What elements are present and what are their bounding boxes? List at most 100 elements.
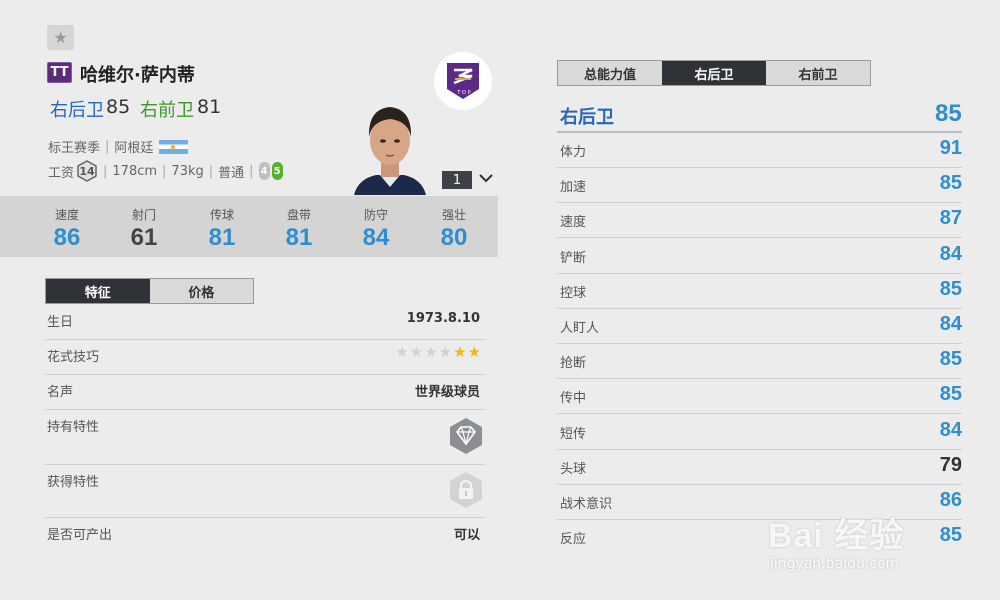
chevron-down-icon[interactable]: [478, 169, 494, 187]
stat-label: 传球: [209, 208, 234, 222]
baidu-watermark-url: jingyan.baidu.com: [770, 556, 900, 572]
stat-label: 速度: [54, 208, 79, 222]
wage-value: 14: [79, 164, 95, 178]
attribute-value: 84: [939, 242, 962, 265]
attribute-label: 反应: [560, 532, 587, 548]
birthday-row: 生日 1973.8.10: [45, 305, 485, 340]
tab-rb[interactable]: 右后卫: [662, 61, 766, 85]
favorite-star-button[interactable]: ★: [47, 25, 74, 50]
info-tabs: 特征 价格: [45, 278, 254, 304]
separator: |: [103, 163, 108, 179]
star-empty-icon: ★: [424, 343, 439, 361]
stat-value: 86: [53, 224, 81, 251]
club-badge-text: T O P: [457, 90, 471, 96]
star-icon: ★: [53, 28, 68, 47]
season-nationality-line: 标王赛季 | 阿根廷: [48, 137, 189, 156]
body-type-value: 普通: [218, 165, 245, 181]
attribute-row: 抢断 85: [557, 344, 962, 380]
lock-icon[interactable]: [447, 471, 485, 509]
attribute-label: 速度: [560, 215, 587, 231]
attribute-label: 人盯人: [560, 321, 600, 336]
producible-value: 可以: [453, 528, 480, 543]
attribute-value: 91: [939, 137, 962, 159]
season-label: 标王赛季: [48, 141, 101, 156]
level-selector[interactable]: 1: [442, 171, 472, 189]
attribute-row: 传中 85: [557, 379, 962, 415]
position-1-rating: 85: [106, 96, 131, 118]
owned-traits-label: 持有特性: [47, 420, 100, 435]
reputation-value: 世界级球员: [414, 385, 480, 400]
stat-physical: 强壮 80: [424, 196, 484, 252]
player-name: 哈维尔·萨内蒂: [80, 65, 195, 86]
nationality-label: 阿根廷: [114, 141, 154, 156]
stat-value: 80: [440, 224, 468, 251]
stat-passing: 传球 81: [192, 196, 252, 252]
birthday-value: 1973.8.10: [406, 311, 480, 326]
attribute-row: 加速 85: [557, 168, 962, 204]
club-badge: [434, 52, 492, 110]
stat-label: 强壮: [441, 208, 466, 222]
attribute-row: 铲断 84: [557, 239, 962, 274]
attribute-value: 85: [939, 172, 962, 195]
physical-info-line: 工资 14 | 178cm | 73kg | 普通 | 4 5: [48, 160, 283, 182]
tab-rm[interactable]: 右前卫: [766, 61, 870, 85]
wage-label: 工资: [48, 165, 75, 181]
stat-value: 61: [130, 224, 158, 251]
baidu-watermark: Bai 经验: [768, 517, 905, 555]
separator: |: [208, 163, 214, 179]
attribute-label: 铲断: [560, 250, 587, 266]
reputation-row: 名声 世界级球员: [45, 375, 485, 410]
position-detail-title: 右后卫: [560, 107, 614, 128]
reputation-label: 名声: [47, 385, 74, 400]
star-filled-icon: ★: [453, 343, 468, 361]
stat-label: 射门: [131, 208, 156, 222]
diamond-trait-icon[interactable]: [447, 417, 485, 455]
birthday-label: 生日: [47, 315, 74, 330]
weak-foot-icon: 4: [258, 162, 270, 180]
weight-value: 73kg: [171, 163, 204, 179]
position-2-label: 右前卫: [140, 100, 194, 121]
attribute-value: 85: [939, 348, 962, 371]
skill-stars: ★★★★★★: [395, 343, 482, 361]
stat-label: 盘带: [286, 208, 311, 222]
star-empty-icon: ★: [438, 343, 454, 361]
acquired-traits-row: 获得特性: [45, 465, 485, 518]
attribute-label: 加速: [560, 180, 587, 196]
stat-pace: 速度 86: [37, 196, 97, 252]
position-2-rating: 81: [197, 96, 222, 118]
attribute-row: 速度 87: [557, 203, 962, 239]
stat-defending: 防守 84: [346, 196, 406, 252]
strong-foot-icon: 5: [271, 162, 283, 180]
skill-moves-row: 花式技巧 ★★★★★★: [45, 340, 485, 375]
stat-label: 防守: [363, 208, 388, 222]
star-empty-icon: ★: [395, 343, 410, 361]
attribute-value: 85: [939, 383, 962, 406]
attribute-value: 79: [939, 453, 962, 476]
player-photo: [350, 95, 430, 195]
attribute-label: 头球: [560, 461, 587, 477]
attribute-label: 战术意识: [560, 497, 613, 512]
acquired-traits-label: 获得特性: [47, 475, 100, 490]
stat-shooting: 射门 61: [114, 196, 174, 252]
attribute-label: 体力: [560, 145, 587, 160]
argentina-flag-icon: [159, 139, 189, 154]
position-detail-rating: 85: [935, 100, 962, 127]
tab-traits[interactable]: 特征: [46, 279, 150, 303]
attribute-label: 传中: [560, 391, 587, 407]
attribute-label: 抢断: [560, 356, 587, 372]
producible-row: 是否可产出 可以: [45, 518, 485, 553]
separator: |: [105, 139, 110, 154]
attribute-value: 84: [939, 313, 962, 335]
tab-overall[interactable]: 总能力值: [558, 61, 662, 85]
attribute-row: 短传 84: [557, 415, 962, 450]
attribute-value: 87: [939, 207, 962, 230]
stat-value: 84: [362, 224, 390, 251]
main-stats-band: 速度 86 射门 61 传球 81 盘带 81 防守 84 强壮 80: [0, 196, 498, 257]
tab-price[interactable]: 价格: [149, 279, 253, 303]
stat-dribbling: 盘带 81: [269, 196, 329, 252]
position-tabs: 总能力值 右后卫 右前卫: [557, 60, 871, 86]
attribute-row: 人盯人 84: [557, 309, 962, 344]
star-filled-icon: ★: [467, 343, 482, 361]
stat-value: 81: [208, 224, 236, 251]
height-value: 178cm: [112, 163, 158, 179]
